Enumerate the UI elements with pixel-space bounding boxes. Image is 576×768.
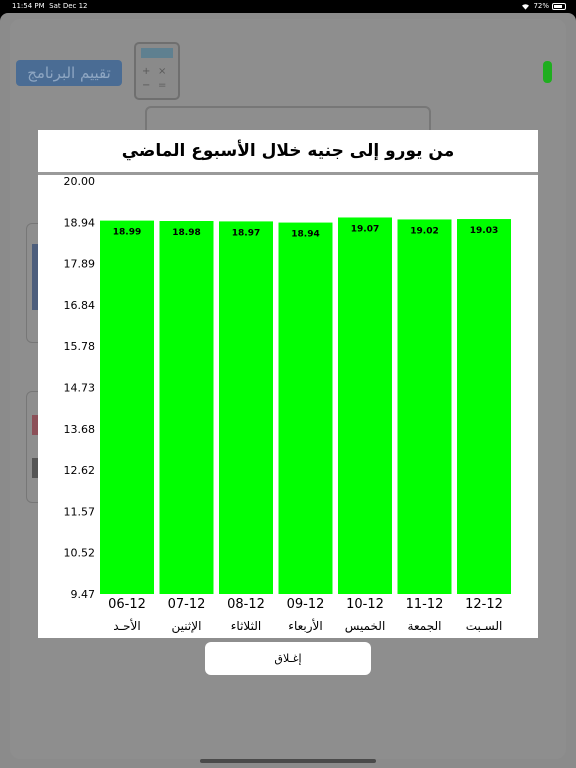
calculator-icon: + × − = (134, 42, 180, 100)
status-time: 11:54 PM Sat Dec 12 (12, 2, 88, 10)
y-tick-label: 14.73 (64, 382, 96, 395)
status-bar: 11:54 PM Sat Dec 12 72% (0, 0, 576, 13)
x-tick-label: 10-12 (346, 597, 384, 612)
weekly-rate-chart: 20.00 18.94 17.89 16.84 15.78 14.73 13.68 12.62… (38, 175, 538, 638)
calculator-screen (141, 48, 173, 58)
bar-value-label: 19.07 (351, 224, 379, 234)
y-tick-label: 12.62 (64, 464, 96, 477)
calc-key: − (142, 80, 151, 91)
background-toggle (543, 61, 552, 83)
bar (278, 222, 333, 594)
x-tick-label: 06-12 (108, 597, 146, 612)
modal-title: من يورو إلى جنيه خلال الأسبوع الماضي (121, 141, 455, 161)
day-name-label: الأربعاء (288, 618, 322, 634)
x-tick-label: 07-12 (168, 597, 206, 612)
bar (100, 220, 154, 595)
bar-value-label: 18.98 (172, 228, 200, 238)
x-tick-label: 11-12 (406, 597, 444, 612)
y-tick-label: 16.84 (64, 299, 96, 312)
x-tick-label: 12-12 (465, 597, 503, 612)
y-tick-label: 13.68 (64, 423, 96, 436)
bar (397, 219, 452, 595)
calculator-keys: + × − = (142, 66, 174, 94)
bar-value-label: 19.03 (470, 226, 498, 236)
day-name-label: الإثنين (172, 619, 202, 634)
wifi-icon (522, 3, 530, 10)
y-tick-label: 17.89 (64, 258, 96, 271)
day-name-label: الخميس (345, 619, 386, 634)
bar-value-label: 19.02 (410, 226, 438, 236)
y-tick-label: 11.57 (64, 505, 96, 518)
bar-value-label: 18.97 (232, 228, 260, 238)
day-name-label: الثلاثاء (231, 619, 261, 633)
y-tick-label: 10.52 (64, 547, 96, 560)
y-tick-label: 20.00 (64, 175, 96, 188)
chart-modal: من يورو إلى جنيه خلال الأسبوع الماضي 20.… (38, 130, 538, 638)
bar (338, 217, 392, 595)
battery-percent: 72% (533, 2, 549, 10)
day-name-label: السـبت (466, 619, 503, 633)
day-name-label: الأحـد (113, 618, 140, 633)
x-tick-label: 08-12 (227, 597, 265, 612)
status-indicators: 72% (521, 2, 566, 10)
calc-key: + (142, 66, 151, 77)
calc-key: = (158, 80, 167, 91)
rate-app-button: تقييم البرنامج (16, 60, 122, 86)
y-tick-label: 18.94 (64, 216, 96, 229)
calc-key: × (158, 66, 167, 77)
y-tick-label: 15.78 (64, 340, 96, 353)
bar-value-label: 18.94 (291, 230, 319, 240)
close-button[interactable]: إغـلاق (205, 642, 371, 675)
bar-value-label: 18.99 (113, 228, 141, 238)
y-tick-label: 9.47 (71, 588, 96, 601)
bar (159, 221, 214, 594)
battery-icon (552, 2, 566, 10)
bar (457, 219, 511, 595)
bar (219, 221, 273, 594)
x-tick-label: 09-12 (287, 597, 325, 612)
home-indicator[interactable] (200, 759, 376, 763)
day-name-label: الجمعة (408, 619, 442, 633)
bar-chart: 20.00 18.94 17.89 16.84 15.78 14.73 13.68 12.62… (64, 175, 511, 634)
